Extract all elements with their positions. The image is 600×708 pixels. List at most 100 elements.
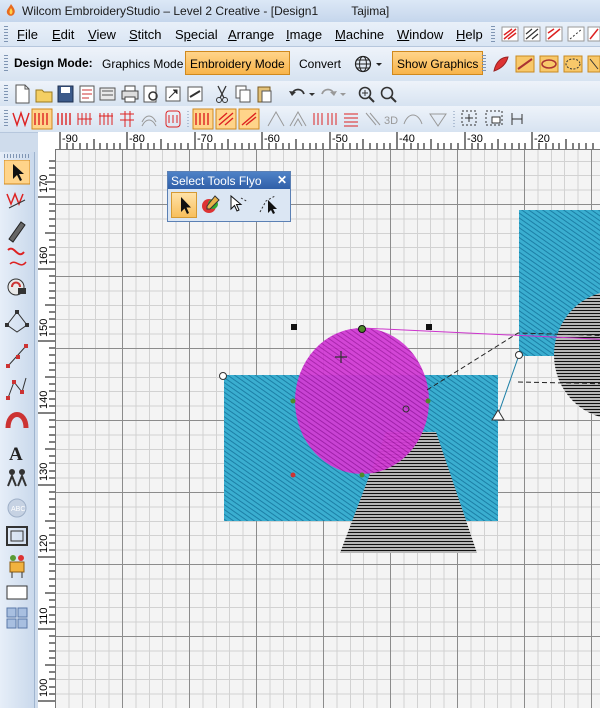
pen-icon xyxy=(8,221,26,243)
standard-tools[interactable] xyxy=(12,83,402,105)
menu-grip[interactable] xyxy=(4,26,8,42)
ruler-v-label: 150 xyxy=(38,318,50,337)
magenta-circle[interactable] xyxy=(295,328,429,474)
export-icon xyxy=(165,86,181,102)
frame-icon xyxy=(6,526,28,546)
shape-tools[interactable] xyxy=(490,53,600,75)
menu-machine[interactable]: Machine xyxy=(335,27,384,42)
cut-icon xyxy=(216,85,228,103)
show-graphics-button[interactable]: Show Graphics xyxy=(392,51,484,75)
toolbox-grip[interactable] xyxy=(4,154,30,158)
menu-help[interactable]: Help xyxy=(456,27,483,42)
toolbox-icons[interactable]: A ABC xyxy=(4,160,30,630)
node-handle[interactable] xyxy=(425,398,431,404)
freehand-select-icon xyxy=(259,195,277,214)
select-object-button[interactable] xyxy=(171,192,197,218)
ruler-v-label: 120 xyxy=(38,534,50,553)
menu-file[interactable]: File xyxy=(17,27,38,42)
ruler-h-label: -80 xyxy=(129,133,145,145)
select-tools-flyout: Select Tools Flyo ✕ xyxy=(167,171,291,222)
node-handle[interactable] xyxy=(219,372,227,380)
stitch-cross-icon xyxy=(120,111,134,127)
stitch-pyramid-icon xyxy=(267,110,307,127)
title-bar: Wilcom EmbroideryStudio – Level 2 Creati… xyxy=(0,0,600,23)
selection-handle[interactable] xyxy=(291,324,297,330)
zoom-icon xyxy=(380,86,397,103)
ruler-v-label: 130 xyxy=(38,462,50,481)
toolbar-grip[interactable] xyxy=(4,85,8,102)
design-objects[interactable] xyxy=(56,150,600,708)
select-color-button[interactable] xyxy=(199,192,225,218)
flyout-title: Select Tools Flyo xyxy=(171,174,262,188)
ruler-h-label: -50 xyxy=(332,133,348,145)
design-canvas[interactable] xyxy=(56,150,600,708)
stitch-tatami-icon xyxy=(523,26,541,42)
stitch-3d-icon: 3D xyxy=(365,112,398,127)
stitch-fill-b-icon xyxy=(215,108,237,130)
convert-button[interactable]: Convert xyxy=(294,51,346,75)
node-handle[interactable] xyxy=(290,398,296,404)
menu-arrange[interactable]: Arrange xyxy=(228,27,274,42)
manual-stitch-icon xyxy=(7,247,27,266)
menu-bar: File Edit View Stitch Special Arrange Im… xyxy=(0,22,600,47)
cyan-guide-line xyxy=(497,354,520,416)
menu-view[interactable]: View xyxy=(88,27,116,42)
stitch-vertical-icon xyxy=(57,113,71,125)
send-icon xyxy=(187,86,203,102)
ruler-h-label: -40 xyxy=(399,133,415,145)
badge-icon: ABC xyxy=(7,498,27,518)
stitch-tube-icon xyxy=(165,110,181,128)
menu-stitch[interactable]: Stitch xyxy=(129,27,162,42)
embroidery-mode-button[interactable]: Embroidery Mode xyxy=(185,51,290,75)
horizontal-ruler: -90 -80 -70 -60 -50 -40 -30 -20 xyxy=(38,132,600,150)
toolbar-grip[interactable] xyxy=(482,55,486,73)
freehand-select-button[interactable] xyxy=(257,192,283,218)
menu-edit[interactable]: Edit xyxy=(52,27,74,42)
grid-icon xyxy=(6,607,28,629)
toolbar-grip[interactable] xyxy=(491,26,495,42)
toolbar-grip[interactable] xyxy=(4,110,8,128)
node-handle[interactable] xyxy=(515,351,523,359)
polyline-icon xyxy=(6,377,27,400)
people-icon xyxy=(7,469,27,487)
ruler-h-label: -90 xyxy=(62,133,78,145)
polygon-select-button[interactable] xyxy=(227,192,253,218)
close-icon[interactable]: ✕ xyxy=(277,173,287,187)
menu-window[interactable]: Window xyxy=(397,27,443,42)
redo-icon xyxy=(321,88,346,96)
selection-handle[interactable] xyxy=(426,324,432,330)
stitch-tools[interactable]: 3D xyxy=(10,108,600,130)
stitch-fill-a-icon xyxy=(192,108,214,130)
menu-image[interactable]: Image xyxy=(286,27,322,42)
ruler-v-label: 140 xyxy=(38,390,50,409)
menu-special[interactable]: Special xyxy=(175,27,218,42)
graphics-mode-button[interactable]: Graphics Mode xyxy=(97,51,188,75)
stitch-step-icon xyxy=(77,113,92,125)
save-icon xyxy=(57,85,74,103)
ruler-v-label: 100 xyxy=(38,678,50,697)
cards-icon xyxy=(99,87,116,101)
arrow-cursor-icon xyxy=(181,197,191,214)
svg-text:3D: 3D xyxy=(384,115,398,127)
stitch-type-tools[interactable] xyxy=(500,25,600,43)
globe-icon[interactable] xyxy=(354,55,384,73)
svg-text:A: A xyxy=(9,444,23,465)
digitize-icon xyxy=(6,191,26,209)
node-handle[interactable] xyxy=(359,472,365,478)
satin-shape-icon xyxy=(515,55,535,73)
properties-icon xyxy=(79,85,95,103)
group-icon xyxy=(485,110,503,126)
ruler-h-label: -70 xyxy=(197,133,213,145)
node-handle[interactable] xyxy=(290,472,296,478)
toolbar-grip[interactable] xyxy=(4,55,8,73)
copy-icon xyxy=(235,85,251,103)
ellipse-shape-icon xyxy=(539,55,559,73)
arrow-shape-icon xyxy=(587,55,600,73)
new-file-icon xyxy=(15,84,30,104)
flyout-title-bar[interactable]: Select Tools Flyo ✕ xyxy=(168,172,290,189)
select-icon xyxy=(4,160,30,185)
dotted-shape-icon xyxy=(563,55,583,73)
node-icon xyxy=(5,310,29,333)
app-logo-icon xyxy=(6,4,15,16)
node-handle[interactable] xyxy=(358,325,366,333)
